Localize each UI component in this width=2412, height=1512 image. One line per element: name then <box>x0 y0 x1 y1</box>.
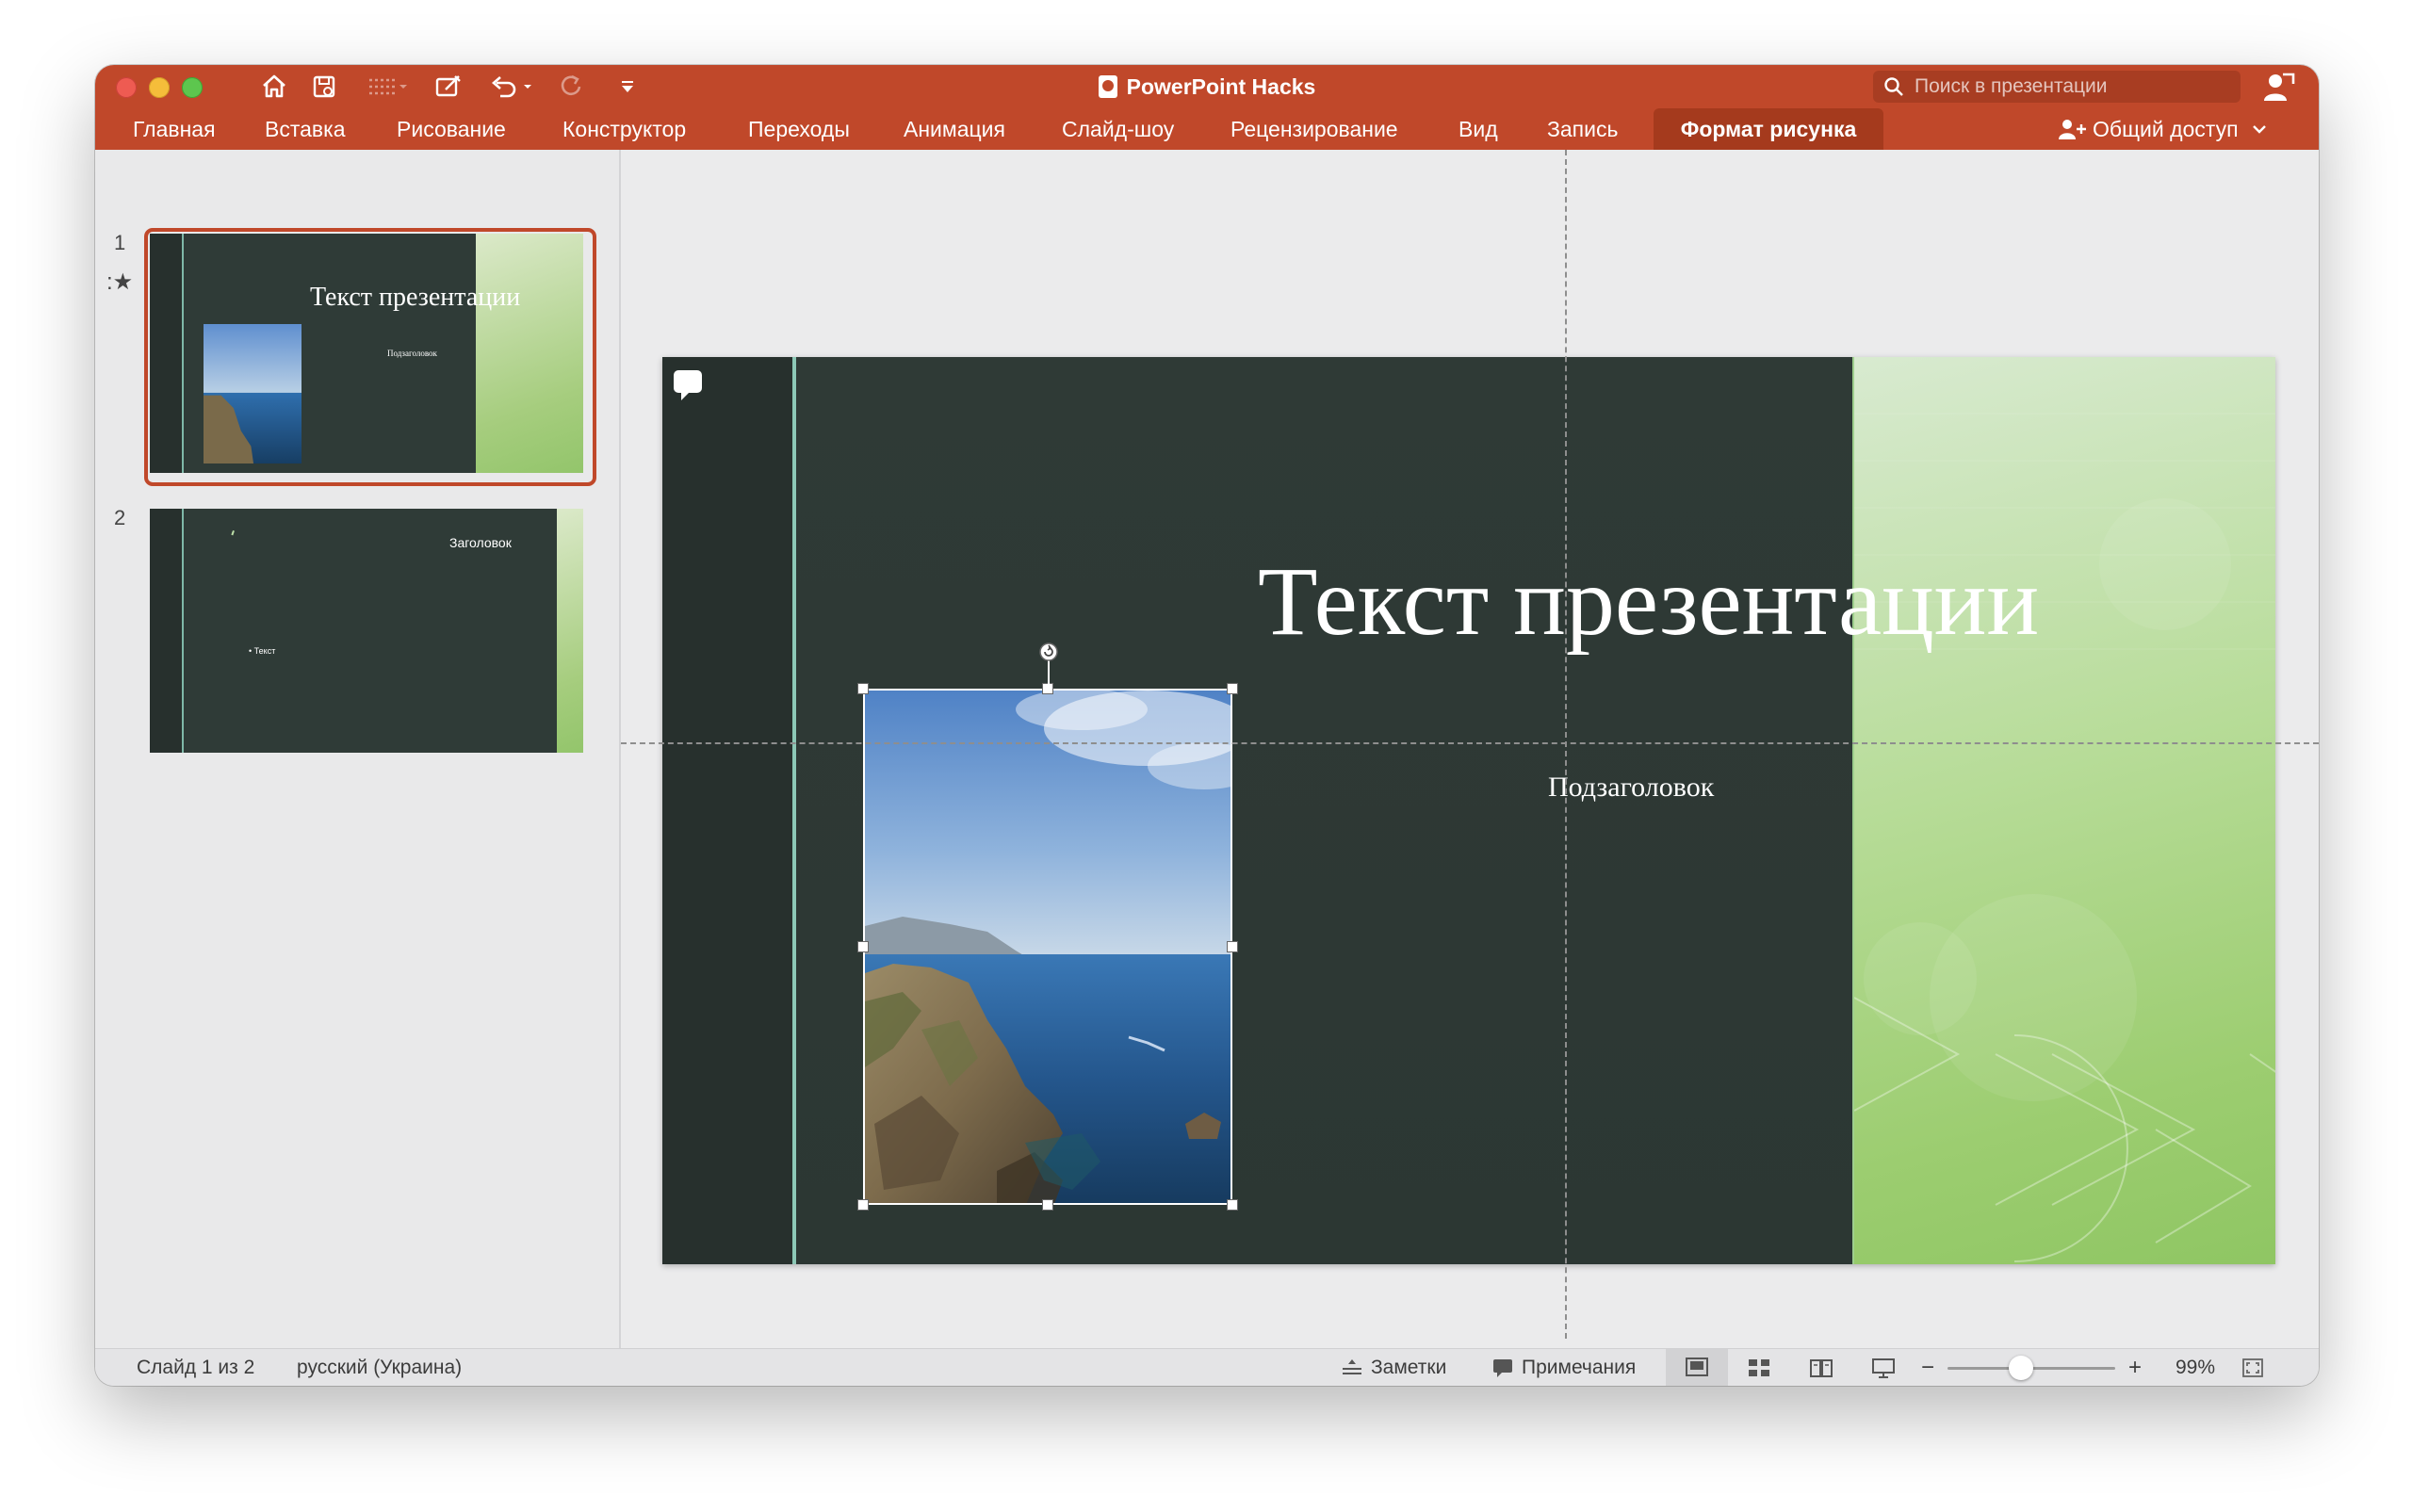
tab-draw[interactable]: Рисование <box>397 108 506 150</box>
resize-handle-left[interactable] <box>857 941 869 952</box>
account-icon[interactable] <box>2262 71 2296 107</box>
tab-review[interactable]: Рецензирование <box>1230 108 1398 150</box>
thumbnail-accent-line <box>182 234 184 473</box>
thumbnail-accent-line <box>182 509 184 753</box>
home-icon[interactable] <box>257 71 291 103</box>
search-input[interactable] <box>1913 74 2227 99</box>
thumbnail-green-band <box>476 234 583 473</box>
customize-icon[interactable] <box>613 71 642 103</box>
save-icon[interactable] <box>307 71 341 103</box>
notes-icon <box>1343 1359 1361 1374</box>
tab-insert[interactable]: Вставка <box>265 108 346 150</box>
reading-view-icon <box>1810 1359 1833 1377</box>
thumbnail-title: Заголовок <box>449 535 512 550</box>
tab-design[interactable]: Конструктор <box>562 108 686 150</box>
tab-view[interactable]: Вид <box>1459 108 1498 150</box>
slide-counter: Слайд 1 из 2 <box>137 1357 255 1378</box>
animation-star-icon: :★ <box>106 269 134 295</box>
resize-handle-bottom-left[interactable] <box>857 1199 869 1211</box>
tab-animations[interactable]: Анимация <box>904 108 1005 150</box>
slide-thumbnails-pane: 1 :★ Текст презентации Подзаголовок 2 За… <box>95 150 621 1348</box>
coastal-photo <box>865 691 1230 1203</box>
resize-handle-bottom[interactable] <box>1042 1199 1053 1211</box>
search-field[interactable] <box>1873 71 2241 103</box>
tab-home[interactable]: Главная <box>133 108 216 150</box>
normal-view-icon <box>1686 1358 1708 1376</box>
zoom-slider-knob[interactable] <box>2009 1356 2034 1380</box>
comments-icon <box>1493 1359 1512 1377</box>
thumbnail-left-band <box>150 509 182 753</box>
search-icon <box>1884 77 1903 96</box>
add-person-icon <box>2059 120 2086 139</box>
comments-label: Примечания <box>1522 1357 1637 1378</box>
slide-left-band <box>662 357 792 1264</box>
notes-label: Заметки <box>1371 1357 1447 1378</box>
comment-icon[interactable] <box>672 366 706 409</box>
tab-picture-format[interactable]: Формат рисунка <box>1654 108 1883 150</box>
zoom-level[interactable]: 99% <box>2176 1349 2215 1386</box>
slide-editor[interactable]: Текст презентации Подзаголовок <box>621 150 2319 1348</box>
share-button[interactable]: Общий доступ <box>2057 108 2273 150</box>
thumbnail-bullet-text: • Текст <box>249 646 276 656</box>
slide-green-band <box>1852 357 2275 1264</box>
thumbnail-decoration <box>231 529 239 538</box>
normal-view-button[interactable] <box>1666 1349 1728 1386</box>
thumbnail-subtitle: Подзаголовок <box>387 349 437 358</box>
close-window-button[interactable] <box>116 77 137 98</box>
thumbnail-number: 1 <box>114 231 126 254</box>
status-bar: Слайд 1 из 2 русский (Украина) Заметки П… <box>95 1348 2319 1386</box>
thumbnail-picture <box>204 324 302 463</box>
slide-sorter-button[interactable] <box>1728 1349 1790 1386</box>
slide-picture[interactable] <box>863 689 1232 1205</box>
horizontal-alignment-guide <box>621 742 2319 744</box>
ribbon-titlebar: PowerPoint Hacks Главная Вставка Рисован… <box>95 65 2319 150</box>
share-label: Общий доступ <box>2093 117 2239 141</box>
resize-handle-bottom-right[interactable] <box>1227 1199 1238 1211</box>
tab-transitions[interactable]: Переходы <box>748 108 850 150</box>
rotate-handle-icon[interactable] <box>1037 642 1060 691</box>
thumbnail-number: 2 <box>114 506 126 529</box>
slide-title[interactable]: Текст презентации <box>662 545 2275 658</box>
slide-subtitle[interactable]: Подзаголовок <box>1548 772 1714 804</box>
thumbnail-left-band <box>150 234 182 473</box>
window-controls <box>116 77 203 98</box>
slide-sorter-icon <box>1749 1359 1769 1376</box>
slide-thumbnail-2[interactable]: Заголовок • Текст <box>150 509 583 753</box>
vertical-alignment-guide <box>1565 150 1567 1339</box>
resize-handle-top-left[interactable] <box>857 683 869 694</box>
list-icon[interactable] <box>365 71 410 103</box>
zoom-out-button[interactable]: − <box>1921 1349 1934 1386</box>
thumbnail-green-band <box>557 509 583 753</box>
ribbon-tabs: Главная Вставка Рисование Конструктор Пе… <box>95 108 2319 150</box>
resize-handle-top-right[interactable] <box>1227 683 1238 694</box>
slideshow-icon <box>1872 1358 1895 1378</box>
redo-icon[interactable] <box>554 71 588 103</box>
resize-handle-right[interactable] <box>1227 941 1238 952</box>
maximize-window-button[interactable] <box>182 77 203 98</box>
slide-accent-line <box>792 357 796 1264</box>
undo-icon[interactable] <box>487 71 536 103</box>
language-indicator[interactable]: русский (Украина) <box>297 1349 462 1386</box>
tab-slideshow[interactable]: Слайд-шоу <box>1062 108 1174 150</box>
slide-thumbnail-1[interactable]: Текст презентации Подзаголовок <box>150 234 583 473</box>
thumbnail-title: Текст презентации <box>310 283 521 312</box>
app-window: PowerPoint Hacks Главная Вставка Рисован… <box>95 65 2319 1386</box>
slideshow-button[interactable] <box>1852 1349 1915 1386</box>
comments-button[interactable]: Примечания <box>1491 1349 1636 1386</box>
fit-to-window-button[interactable] <box>2234 1349 2272 1386</box>
chevron-down-icon[interactable] <box>2244 117 2273 141</box>
edit-icon[interactable] <box>432 71 465 103</box>
powerpoint-file-icon <box>1098 75 1117 98</box>
minimize-window-button[interactable] <box>149 77 170 98</box>
tab-record[interactable]: Запись <box>1547 108 1618 150</box>
zoom-in-button[interactable]: + <box>2128 1349 2142 1386</box>
fit-to-window-icon <box>2242 1358 2263 1377</box>
reading-view-button[interactable] <box>1790 1349 1852 1386</box>
current-slide[interactable]: Текст презентации Подзаголовок <box>662 357 2275 1264</box>
notes-button[interactable]: Заметки <box>1341 1349 1446 1386</box>
